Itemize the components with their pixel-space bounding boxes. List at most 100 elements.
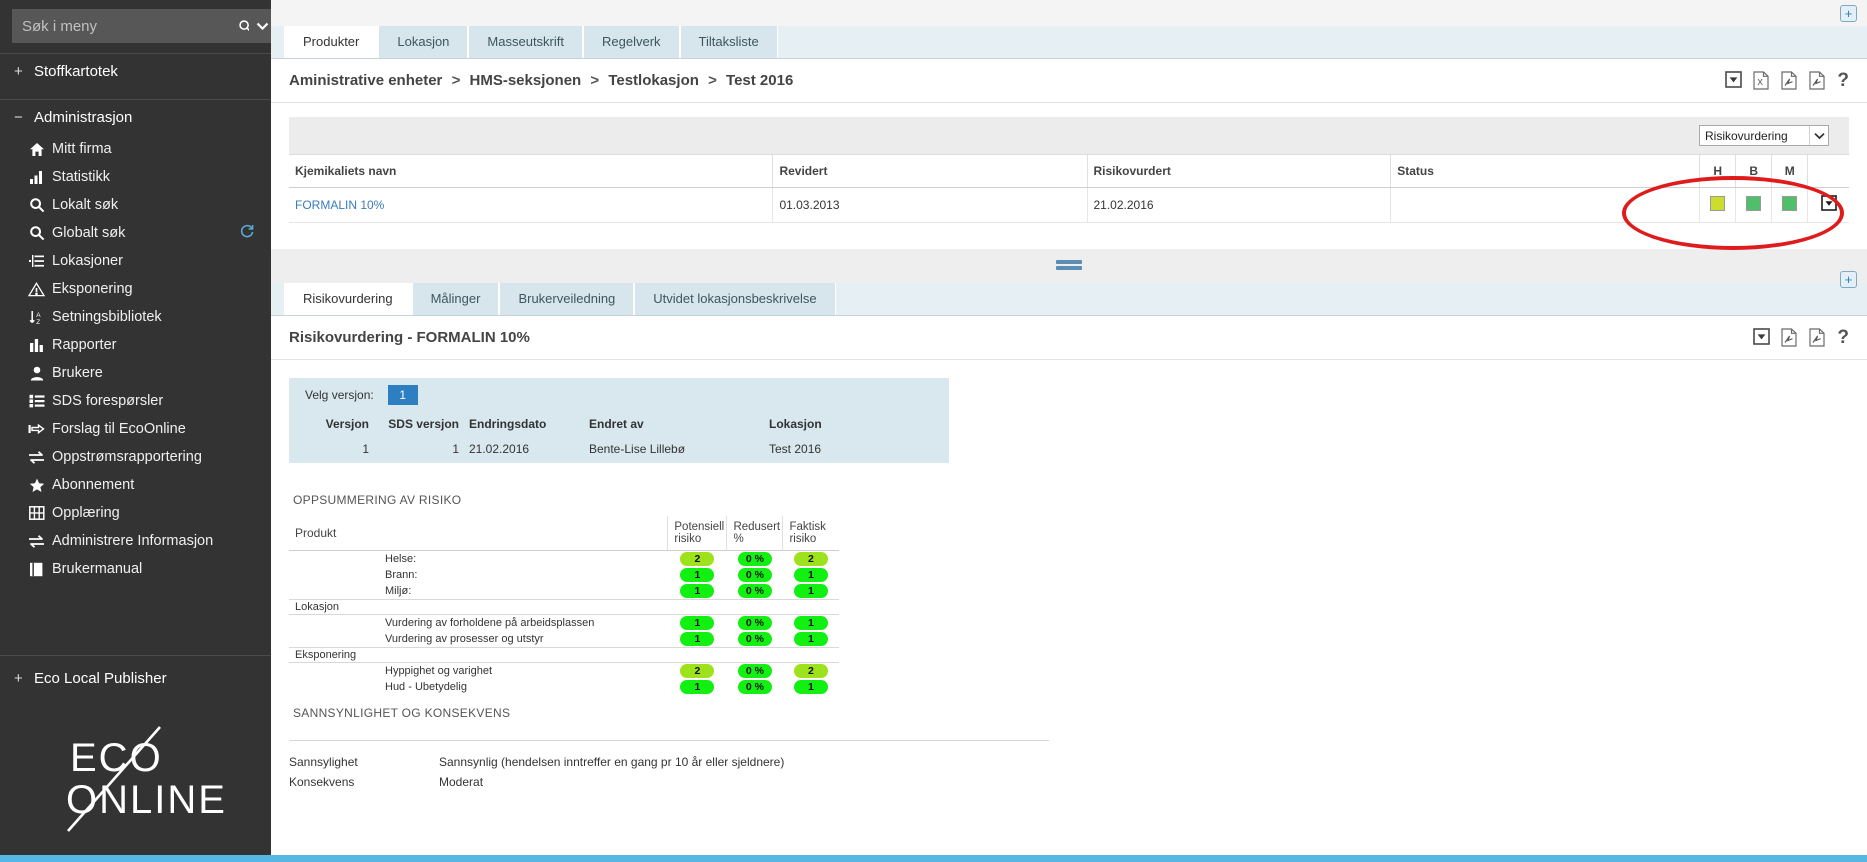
cell-risikovurdert: 21.02.2016: [1087, 187, 1392, 223]
column-faktisk-risiko: Faktisk risiko: [782, 516, 839, 551]
tab-utvidet-lokasjonsbeskrivelse[interactable]: Utvidet lokasjonsbeskrivelse: [634, 283, 836, 315]
product-link[interactable]: FORMALIN 10%: [295, 198, 384, 212]
sidebar-item-abonnement[interactable]: Abonnement: [0, 471, 271, 499]
bar-chart-icon: [28, 337, 45, 354]
tree-list-icon: [28, 253, 45, 270]
risk-redusert: 0 %: [726, 631, 783, 648]
sidebar-item-label: Lokasjoner: [52, 253, 123, 269]
column-status[interactable]: Status: [1390, 155, 1701, 188]
expand-toggle-icon[interactable]: +: [14, 670, 24, 687]
dropdown-export-icon[interactable]: [1725, 71, 1743, 90]
tab-masseutskrift[interactable]: Masseutskrift: [468, 26, 583, 58]
tab-malinger[interactable]: Målinger: [411, 283, 500, 315]
column-produkt: Produkt: [289, 516, 668, 551]
tab-produkter[interactable]: Produkter: [284, 26, 379, 58]
risk-faktisk: 1: [783, 567, 839, 583]
table-row[interactable]: FORMALIN 10% 01.03.2013 21.02.2016: [289, 187, 1849, 223]
sidebar-group-stoffkartotek[interactable]: + Stoffkartotek: [0, 54, 271, 89]
svg-text:ONLINE: ONLINE: [66, 778, 227, 822]
exchange-arrows-icon: [28, 449, 45, 466]
column-kjemikaliets-navn[interactable]: Kjemikaliets navn: [289, 155, 774, 188]
svg-text:ECO: ECO: [70, 736, 163, 780]
bar-chart-icon: [28, 169, 45, 186]
risk-group-row: Eksponering: [289, 647, 839, 663]
pointing-hand-icon: [28, 421, 45, 438]
main-content: + Produkter Lokasjon Masseutskrift Regel…: [271, 0, 1867, 862]
search-input[interactable]: [12, 17, 231, 35]
sidebar-item-rapporter[interactable]: Rapporter: [0, 331, 271, 359]
likelihood-value-konsekvens: Moderat: [439, 775, 484, 789]
version-chip-1[interactable]: 1: [387, 384, 418, 405]
pdf-export-alt-icon[interactable]: [1809, 71, 1826, 90]
dropdown-export-icon[interactable]: [1753, 328, 1771, 347]
sidebar-item-brukere[interactable]: Brukere: [0, 359, 271, 387]
products-filter-bar: Risikovurdering: [289, 117, 1849, 155]
excel-export-icon[interactable]: X: [1753, 71, 1770, 90]
risk-faktisk: 1: [782, 583, 839, 600]
risk-badge: 0 %: [737, 632, 772, 646]
sidebar-item-lokalt-sok[interactable]: Lokalt søk: [0, 191, 271, 219]
risk-report: Velg versjon: 1 Versjon SDS versjon Endr…: [271, 360, 1867, 792]
cell-product-name: FORMALIN 10%: [289, 187, 774, 223]
risk-row-label: Vurdering av forholdene på arbeidsplasse…: [385, 617, 595, 629]
breadcrumb-item-2[interactable]: Testlokasjon: [608, 72, 699, 89]
expand-toggle-icon[interactable]: +: [14, 63, 24, 80]
tab-tiltaksliste[interactable]: Tiltaksliste: [679, 26, 778, 58]
plus-expand-icon[interactable]: +: [1840, 271, 1857, 288]
sidebar-group-administrasjon[interactable]: − Administrasjon: [0, 100, 271, 135]
risk-badge: 1: [793, 680, 828, 694]
sidebar-item-administrere-informasjon[interactable]: Administrere Informasjon: [0, 527, 271, 555]
panel-splitter[interactable]: [271, 249, 1867, 283]
risk-badge: 1: [793, 616, 828, 630]
risk-badge: 1: [680, 584, 715, 598]
sidebar-item-eksponering[interactable]: Eksponering: [0, 275, 271, 303]
panel-splitter-handle[interactable]: [1056, 260, 1082, 272]
menu-search[interactable]: [12, 9, 275, 43]
search-icon: [28, 225, 45, 242]
likelihood-table: Sannsylighet Sannsynlig (hendelsen inntr…: [289, 740, 1049, 792]
sidebar-item-label: Oppstrømsrapportering: [52, 449, 202, 465]
tab-lokasjon[interactable]: Lokasjon: [378, 26, 469, 58]
risk-badge: 1: [793, 632, 828, 646]
column-risikovurdert[interactable]: Risikovurdert: [1087, 155, 1392, 188]
plus-expand-icon[interactable]: +: [1840, 5, 1857, 22]
tab-risikovurdering[interactable]: Risikovurdering: [284, 283, 412, 315]
column-redusert-prosent: Redusert %: [726, 516, 783, 551]
dropdown-menu-icon[interactable]: [1820, 195, 1837, 214]
help-icon[interactable]: ?: [1837, 328, 1849, 347]
sidebar-item-sds-foresporsler[interactable]: SDS forespørsler: [0, 387, 271, 415]
cell-versjon: 1: [362, 442, 369, 456]
sidebar-item-globalt-sok[interactable]: Globalt søk: [0, 219, 271, 247]
pdf-export-icon[interactable]: [1781, 328, 1798, 347]
sidebar-item-brukermanual[interactable]: Brukermanual: [0, 555, 271, 583]
sidebar-item-opplaering[interactable]: Opplæring: [0, 499, 271, 527]
risk-summary-table: Produkt Potensiell risiko Redusert % Fak…: [289, 516, 839, 695]
breadcrumb-item-1[interactable]: HMS-seksjonen: [470, 72, 582, 89]
refresh-icon[interactable]: [239, 223, 255, 246]
chevron-down-icon[interactable]: [1809, 126, 1828, 145]
risk-badge: 1: [793, 584, 828, 598]
column-revidert[interactable]: Revidert: [772, 155, 1088, 188]
tab-brukerveiledning[interactable]: Brukerveiledning: [499, 283, 635, 315]
sidebar-item-setningsbibliotek[interactable]: AZ Setningsbibliotek: [0, 303, 271, 331]
sidebar-group-eco-local-publisher[interactable]: + Eco Local Publisher: [0, 656, 271, 696]
breadcrumb-item-3[interactable]: Test 2016: [726, 72, 793, 89]
sidebar-item-oppstromsrapportering[interactable]: Oppstrømsrapportering: [0, 443, 271, 471]
column-endret-av: Endret av: [589, 417, 644, 431]
home-icon: [28, 141, 45, 158]
sidebar-item-mitt-firma[interactable]: Mitt firma: [0, 135, 271, 163]
pdf-export-icon[interactable]: [1781, 71, 1798, 90]
collapse-toggle-icon[interactable]: −: [14, 109, 24, 126]
breadcrumb-item-0[interactable]: Aministrative enheter: [289, 72, 442, 89]
help-icon[interactable]: ?: [1837, 71, 1849, 90]
risk-badge: 2: [793, 552, 828, 566]
sidebar-item-statistikk[interactable]: Statistikk: [0, 163, 271, 191]
tab-regelverk[interactable]: Regelverk: [583, 26, 680, 58]
risk-type-select[interactable]: Risikovurdering: [1699, 125, 1829, 146]
cell-row-menu[interactable]: [1807, 187, 1849, 223]
risk-potensiell: 1: [668, 567, 727, 583]
sidebar-item-forslag-til-ecoonline[interactable]: Forslag til EcoOnline: [0, 415, 271, 443]
pdf-export-alt-icon[interactable]: [1809, 328, 1826, 347]
sidebar-item-label: Statistikk: [52, 169, 111, 185]
sidebar-item-lokasjoner[interactable]: Lokasjoner: [0, 247, 271, 275]
